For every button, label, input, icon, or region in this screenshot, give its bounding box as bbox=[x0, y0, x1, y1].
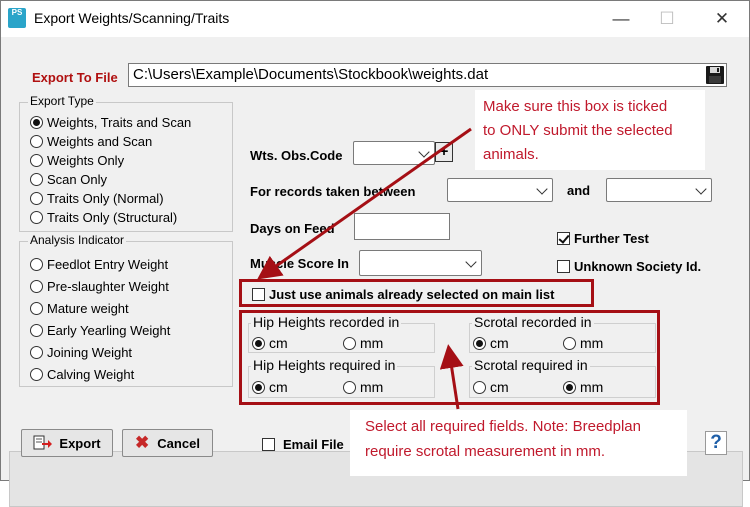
arrow-to-units bbox=[439, 344, 464, 410]
annotation-arrows bbox=[257, 127, 472, 410]
arrow-to-checkbox bbox=[257, 127, 472, 280]
